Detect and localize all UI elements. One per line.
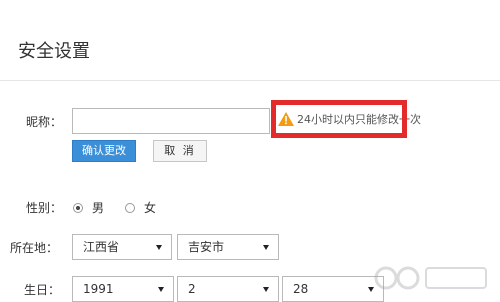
birth-day-value: 28 bbox=[293, 282, 309, 296]
gender-male-label: 男 bbox=[92, 201, 105, 215]
gender-female-label: 女 bbox=[144, 201, 157, 215]
birth-year-select[interactable]: 1991 bbox=[72, 276, 174, 302]
birth-month-select[interactable]: 2 bbox=[177, 276, 279, 302]
city-select[interactable]: 吉安市 bbox=[177, 234, 279, 260]
birth-year-value: 1991 bbox=[83, 282, 114, 296]
birthday-label: 生日： bbox=[24, 283, 61, 297]
confirm-change-button[interactable]: 确认更改 bbox=[72, 140, 136, 162]
nickname-input[interactable] bbox=[72, 108, 270, 134]
highlight-box bbox=[271, 100, 407, 138]
gender-male-radio[interactable] bbox=[73, 203, 83, 213]
nickname-label: 昵称： bbox=[26, 115, 63, 129]
birth-month-value: 2 bbox=[188, 282, 196, 296]
page-title: 安全设置 bbox=[18, 41, 90, 62]
gender-label: 性别： bbox=[26, 201, 63, 215]
city-value: 吉安市 bbox=[188, 240, 225, 254]
chevron-down-icon bbox=[263, 245, 269, 250]
location-label: 所在地： bbox=[10, 241, 59, 255]
province-value: 江西省 bbox=[83, 240, 120, 254]
chevron-down-icon bbox=[158, 287, 164, 292]
chevron-down-icon bbox=[156, 245, 162, 250]
province-select[interactable]: 江西省 bbox=[72, 234, 172, 260]
cancel-button[interactable]: 取 消 bbox=[153, 140, 207, 162]
chevron-down-icon bbox=[263, 287, 269, 292]
watermark-logo bbox=[362, 258, 492, 298]
gender-female-radio[interactable] bbox=[125, 203, 135, 213]
title-divider bbox=[0, 80, 500, 81]
